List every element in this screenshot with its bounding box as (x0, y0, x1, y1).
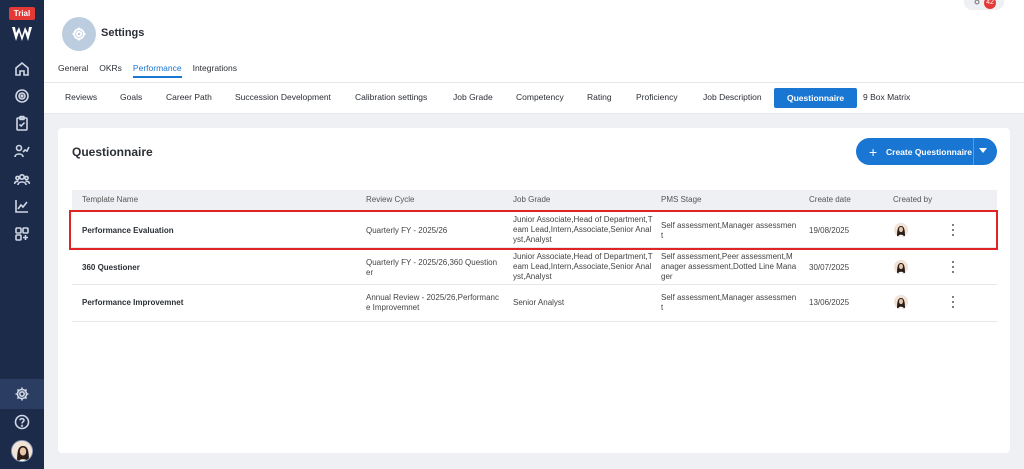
column-created-by: Created by (893, 195, 933, 204)
subtab-job-grade[interactable]: Job Grade (453, 92, 493, 102)
review-cycle: Quarterly FY - 2025/26,360 Questioner (366, 258, 498, 277)
subtab-goals[interactable]: Goals (120, 92, 142, 102)
home-icon[interactable] (13, 60, 31, 78)
apps-icon[interactable] (13, 225, 31, 243)
subtab-competency[interactable]: Competency (516, 92, 564, 102)
template-name[interactable]: 360 Questioner (82, 263, 140, 273)
notification-count: 42 (984, 0, 996, 9)
button-divider (973, 138, 974, 165)
tab-general[interactable]: General (58, 63, 88, 78)
target-icon[interactable] (13, 87, 31, 105)
subtab-rating[interactable]: Rating (587, 92, 612, 102)
tab-performance[interactable]: Performance (132, 63, 182, 78)
table-header: Template Name Review Cycle Job Grade PMS… (72, 190, 997, 210)
user-avatar[interactable] (11, 440, 33, 462)
create-date: 30/07/2025 (809, 263, 850, 272)
tab-okrs[interactable]: OKRs (99, 63, 122, 78)
sidebar: Trial (0, 0, 44, 469)
column-job-grade: Job Grade (513, 195, 551, 204)
questionnaire-card: Questionnaire + Create Questionnaire Tem… (58, 128, 1010, 453)
page-title: Settings (101, 27, 145, 39)
clipboard-icon[interactable] (13, 114, 31, 132)
chart-user-icon[interactable] (13, 142, 31, 160)
subtab-calibration-settings[interactable]: Calibration settings (355, 92, 427, 102)
subtab-questionnaire[interactable]: Questionnaire (774, 88, 858, 108)
review-cycle: Annual Review - 2025/26,Performance Impr… (366, 293, 499, 312)
settings-header-icon (62, 17, 96, 51)
column-review-cycle: Review Cycle (366, 195, 415, 204)
subtab-career-path[interactable]: Career Path (166, 92, 212, 102)
job-grade: Junior Associate,Head of Department,Team… (513, 252, 653, 281)
create-date: 13/06/2025 (809, 298, 850, 307)
settings-small-icon (974, 0, 980, 5)
job-grade: Senior Analyst (513, 298, 565, 307)
subtab-proficiency[interactable]: Proficiency (636, 92, 678, 102)
notification-widget[interactable]: 42 (964, 0, 1004, 10)
column-pms-stage: PMS Stage (661, 195, 702, 204)
more-options-icon[interactable] (950, 261, 956, 273)
column-template-name: Template Name (82, 195, 139, 204)
row-highlight-annotation (69, 210, 998, 250)
plus-icon: + (869, 143, 878, 160)
pms-stage: Self assessment,Peer assessment,Manager … (661, 252, 797, 281)
chevron-down-icon[interactable] (979, 148, 987, 153)
trial-badge: Trial (9, 7, 35, 20)
gear-icon[interactable] (13, 385, 31, 403)
logo-icon[interactable] (12, 27, 32, 41)
more-options-icon[interactable] (950, 296, 956, 308)
table-row[interactable]: 360 Questioner Quarterly FY - 2025/26,36… (72, 249, 997, 285)
team-icon[interactable] (13, 170, 31, 188)
help-icon[interactable] (13, 413, 31, 431)
subtab-reviews[interactable]: Reviews (65, 92, 97, 102)
column-create-date: Create date (809, 195, 851, 204)
template-name[interactable]: Performance Improvemnet (82, 298, 183, 308)
top-tabs: General OKRs Performance Integrations (58, 63, 248, 78)
subtab-succession-development[interactable]: Succession Development (235, 92, 331, 102)
page-header: 42 Settings General OKRs Performance Int… (44, 0, 1024, 82)
table-row[interactable]: Performance Improvemnet Annual Review - … (72, 286, 997, 322)
creator-avatar (894, 260, 908, 274)
subtab-job-description[interactable]: Job Description (703, 92, 762, 102)
create-questionnaire-button[interactable]: + Create Questionnaire (856, 138, 997, 165)
subtab-9-box-matrix[interactable]: 9 Box Matrix (863, 92, 910, 102)
section-title: Questionnaire (72, 145, 153, 159)
pms-stage: Self assessment,Manager assessment (661, 293, 797, 312)
tab-integrations[interactable]: Integrations (193, 63, 237, 78)
trend-icon[interactable] (13, 197, 31, 215)
creator-avatar (894, 295, 908, 309)
performance-subtabs: Reviews Goals Career Path Succession Dev… (44, 82, 1024, 114)
create-questionnaire-label: Create Questionnaire (886, 146, 972, 157)
